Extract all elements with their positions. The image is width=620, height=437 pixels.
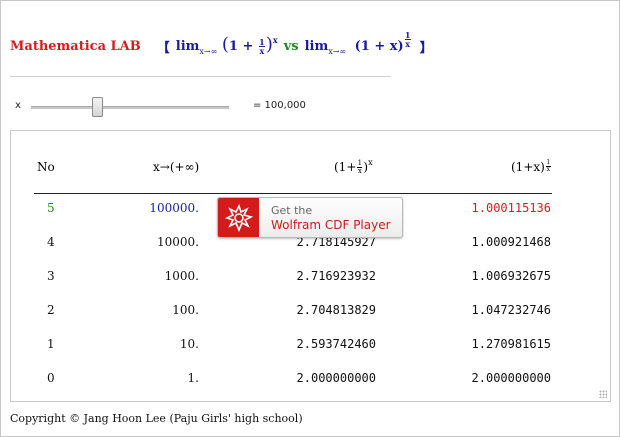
table-cell-x: 100. xyxy=(172,303,199,317)
title-bracket-close: 】 xyxy=(419,40,433,56)
table-cell-expr2: 1.047232746 xyxy=(471,303,551,317)
table-cell-no: 0 xyxy=(47,371,55,385)
title-limit-1: limx→∞ (1 + 1 x)x xyxy=(175,34,278,56)
title-lab: Mathematica LAB xyxy=(10,38,141,54)
title-divider xyxy=(10,76,391,77)
copyright-text: Copyright © Jang Hoon Lee (Paju Girls' h… xyxy=(10,412,303,425)
x-slider-track[interactable] xyxy=(31,106,229,109)
column-header-no: No xyxy=(37,160,55,174)
cdf-banner-line2: Wolfram CDF Player xyxy=(271,217,391,232)
table-cell-no: 1 xyxy=(47,337,55,351)
table-cell-x: 10000. xyxy=(157,235,199,249)
table-cell-no: 4 xyxy=(47,235,55,249)
column-header-expr1: (1+ 1 x)x xyxy=(334,158,373,175)
table-cell-no: 2 xyxy=(47,303,55,317)
table-cell-expr1: 2.593742460 xyxy=(296,337,376,351)
table-cell-expr1: 2.716923932 xyxy=(296,269,376,283)
table-cell-expr2: 1.270981615 xyxy=(471,337,551,351)
table-cell-expr1: 2.704813829 xyxy=(296,303,376,317)
table-cell-x: 1. xyxy=(187,371,199,385)
cdf-banner-line1: Get the xyxy=(271,203,313,217)
title-vs: vs xyxy=(283,38,299,54)
x-slider-label: x xyxy=(15,100,21,111)
table-cell-expr2: 1.000921468 xyxy=(471,235,551,249)
table-cell-expr2: 1.000115136 xyxy=(471,201,551,215)
table-cell-expr1: 2.000000000 xyxy=(296,371,376,385)
table-cell-x: 1000. xyxy=(164,269,199,283)
resize-grip-icon[interactable] xyxy=(599,390,607,398)
table-cell-expr2: 2.000000000 xyxy=(471,371,551,385)
table-cell-x: 10. xyxy=(179,337,199,351)
wolfram-spikey-icon xyxy=(218,198,259,237)
table-cell-no: 5 xyxy=(47,201,55,215)
column-header-x: x→(+∞) xyxy=(153,160,200,174)
x-slider-thumb[interactable] xyxy=(92,97,103,117)
table-cell-no: 3 xyxy=(47,269,55,283)
table-cell-expr2: 1.006932675 xyxy=(471,269,551,283)
table-cell-x: 100000. xyxy=(149,201,199,215)
table-header-rule xyxy=(34,193,552,194)
column-header-expr2: (1+x) 1 x xyxy=(511,159,551,174)
x-slider-value: = 100,000 xyxy=(253,100,306,111)
cdf-player-banner[interactable]: Get the Wolfram CDF Player xyxy=(217,197,403,238)
title-bracket-open: 【 xyxy=(156,40,170,56)
page-title: Mathematica LAB 【 limx→∞ (1 + 1 x)x vs li… xyxy=(10,29,433,57)
title-limit-2: limx→∞ (1 + x) 1 x xyxy=(304,29,411,56)
manipulate-frame: Mathematica LAB 【 limx→∞ (1 + 1 x)x vs li… xyxy=(0,0,620,437)
